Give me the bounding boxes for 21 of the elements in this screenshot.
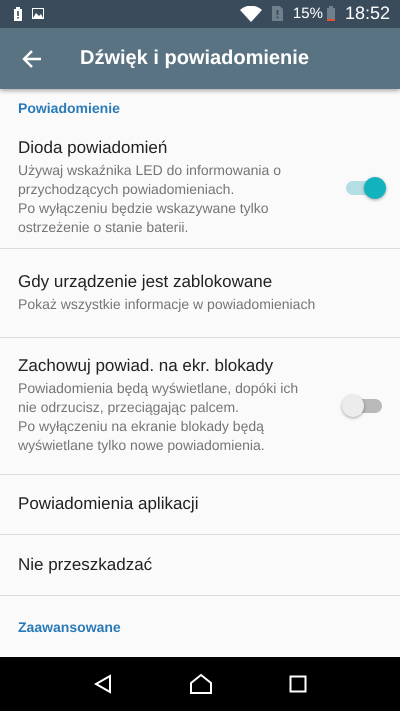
setting-title: Nie przeszkadzać [18,555,154,575]
wifi-icon [240,6,262,22]
setting-summary: Używaj wskaźnika LED do informowania o przychodzących powiadomieniach. Po wyłączeniu będzie wskazywane tylko ostrzeżenie o stanie baterii. [18,161,282,238]
battery-percent: 15% [292,5,323,22]
image-icon [32,8,44,20]
home-nav-button[interactable] [189,673,213,696]
section-header: Powiadomienie [18,100,120,116]
setting-title: Dioda powiadomień [18,138,168,158]
sim-alert-icon [272,6,283,22]
clock-time: 18:52 [344,3,390,24]
recents-nav-button[interactable] [289,675,307,694]
setting-summary: Pokaż wszystkie informacje w powiadomieniach [18,294,316,314]
setting-title: Powiadomienia aplikacji [18,494,200,514]
screen-title: Dźwięk i powiadomienie [80,47,309,70]
section-header: Zaawansowane [18,618,121,635]
battery-alert-icon [14,6,22,21]
back-nav-button[interactable] [93,674,113,694]
battery-low-icon [326,6,335,22]
setting-title: Zachowuj powiad. na ekr. blokady [18,356,274,376]
setting-title: Gdy urządzenie jest zablokowane [18,272,274,292]
setting-summary: Powiadomienia będą wyświetlane, dopóki ich nie odrzucisz, przeciągając palcem. Po wyłączeniu na ekranie blokady będą wyświetlane tylko nowe powiadomienia. [18,379,300,456]
